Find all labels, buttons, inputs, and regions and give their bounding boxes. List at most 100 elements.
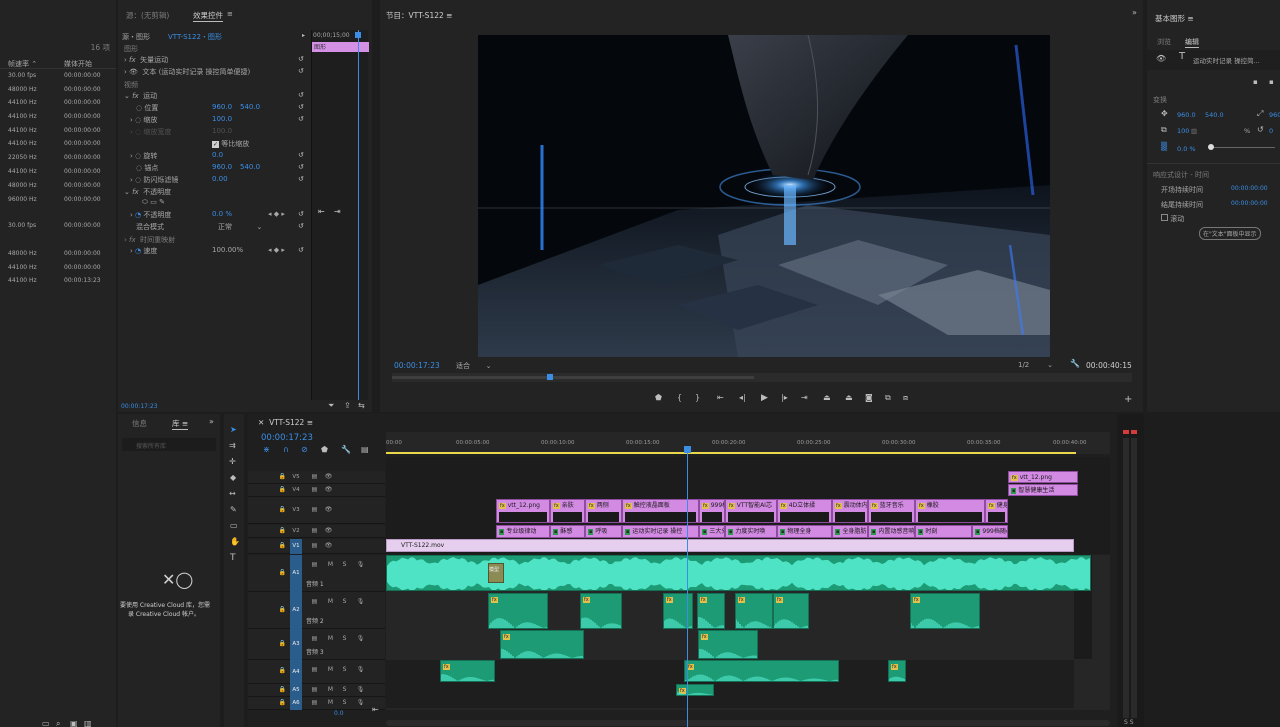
text-layer-row[interactable]: › 👁 文本 (运动实时记录 操控简单便捷) [124, 67, 250, 77]
reset-icon[interactable]: ↺ [298, 246, 304, 254]
trash-icon[interactable]: ▥ [84, 720, 92, 727]
scale-value[interactable]: 100.0 [212, 115, 232, 123]
new-layer-icon[interactable]: ▪ [1253, 78, 1258, 86]
effect-timecode[interactable]: 00:00:17:23 [121, 403, 158, 410]
mute-button[interactable]: M [326, 635, 335, 644]
captions-icon[interactable]: ▤ [361, 446, 369, 454]
timeline-clip[interactable]: ▪ 智慧健康生活 [1008, 484, 1078, 496]
timeline-clip[interactable]: ▪ 酥感 [550, 525, 585, 538]
timeline-clip[interactable]: ▪ 物理全身 [777, 525, 832, 538]
extract-icon[interactable]: ⏏ [845, 394, 853, 402]
project-row[interactable]: 44100 Hz 00:00:00:00 [0, 99, 116, 111]
mic-icon[interactable]: 🎙 [356, 635, 365, 644]
tab-library[interactable]: 库 ≡ [172, 418, 189, 430]
v1-clip[interactable]: VTT-S122.mov [386, 539, 1074, 552]
mic-icon[interactable]: 🎙 [356, 686, 365, 695]
audio-clip[interactable]: fx [910, 593, 980, 629]
opacity-slider[interactable] [1209, 147, 1275, 148]
track-target[interactable]: V4 [290, 484, 302, 497]
rectangle-tool-icon[interactable]: ▭ [230, 522, 238, 530]
graphics-layer-name[interactable]: 运动实时记录 操控简... [1193, 55, 1260, 65]
solo-button[interactable]: S [340, 561, 349, 570]
audio-clip[interactable]: fx [888, 660, 906, 682]
lock-icon[interactable]: 🔒 [278, 542, 287, 551]
eg-pos-x[interactable]: 960.0 [1177, 111, 1196, 119]
motion-row[interactable]: ⌄ fx 运动 [124, 91, 157, 101]
type-tool-icon[interactable]: T [230, 554, 236, 563]
eye-icon[interactable]: 👁 [324, 542, 333, 551]
expand-icon[interactable]: » [1132, 9, 1137, 17]
lock-icon[interactable]: 🔒 [278, 686, 287, 695]
opacity-group-row[interactable]: ⌄ fx 不透明度 [124, 187, 171, 197]
audio-clip[interactable]: fx [698, 630, 758, 659]
library-search[interactable]: 搜索所有库 [122, 438, 216, 451]
timeline-clip[interactable]: fx 亲肤 [550, 499, 585, 523]
play-icon[interactable]: ▸ [302, 32, 305, 40]
eye-icon[interactable]: 👁 [324, 486, 333, 495]
track-target[interactable]: A2 [290, 592, 302, 629]
lock-icon[interactable]: 🔒 [278, 667, 287, 676]
linked-selection-icon[interactable]: ⊘ [301, 446, 308, 454]
lock-icon[interactable]: 🔒 [278, 506, 287, 515]
opacity-value[interactable]: 0.0 % [212, 210, 232, 218]
track-target[interactable]: V5 [290, 471, 302, 484]
reset-icon[interactable]: ↺ [298, 163, 304, 171]
selection-tool-icon[interactable]: ➤ [230, 426, 237, 434]
anchor-x[interactable]: 960.0 [212, 163, 232, 171]
menu-icon[interactable]: ≡ [227, 10, 233, 18]
lock-icon[interactable]: 🔒 [278, 473, 287, 482]
sync-lock-icon[interactable]: ▤ [310, 699, 319, 708]
project-row[interactable]: 30.00 fps 00:00:00:00 [0, 72, 116, 84]
track-target[interactable]: A3 [290, 629, 302, 660]
mute-button[interactable]: M [326, 598, 335, 607]
prev-keyframe-icon[interactable]: ⇤ [318, 208, 325, 216]
playhead-line[interactable] [687, 446, 688, 727]
timeline-clip[interactable]: fx vtt_12.png [1008, 471, 1078, 483]
mute-button[interactable]: M [326, 686, 335, 695]
col-media-start[interactable]: 媒体开始 [64, 59, 92, 69]
timeline-clip[interactable]: fx 两侧 [585, 499, 622, 523]
timeline-clip[interactable]: fx 震动体内 [832, 499, 868, 523]
audio-clip[interactable]: fx [488, 593, 548, 629]
antiflicker-value[interactable]: 0.00 [212, 175, 228, 183]
timeline-clip[interactable]: ▪ 内置动感音响 [868, 525, 915, 538]
track-target[interactable]: A5 [290, 684, 302, 697]
mic-icon[interactable]: 🎙 [356, 699, 365, 708]
go-to-in-icon[interactable]: ⇤ [717, 394, 724, 402]
tab-info[interactable]: 信息 [132, 418, 147, 429]
fit-select[interactable]: 适合 ⌄ [456, 361, 491, 371]
audio-clip[interactable]: fx [773, 593, 809, 629]
reset-icon[interactable]: ↺ [298, 91, 304, 99]
tab-edit[interactable]: 编辑 [1185, 37, 1199, 48]
step-forward-icon[interactable]: |▸ [781, 394, 788, 402]
timeline-clip[interactable]: fx健身房专业级 电脉 [985, 499, 1008, 523]
project-row[interactable]: 44100 Hz 00:00:13:23 [0, 277, 116, 289]
eye-icon[interactable]: 👁 [324, 473, 333, 482]
audio-clip[interactable]: fx [663, 593, 693, 629]
sync-lock-icon[interactable]: ▤ [310, 598, 319, 607]
intro-duration-value[interactable]: 00:00:00:00 [1231, 185, 1268, 192]
timeline-settings-icon[interactable]: 🔧 [341, 446, 351, 454]
timeline-clip[interactable]: ▪ 力度实时唤 [725, 525, 777, 538]
pen-mask-icon[interactable]: ✎ [159, 198, 165, 206]
a1-label-clip[interactable]: 模型 [488, 563, 504, 583]
solo-button[interactable]: S [340, 635, 349, 644]
mini-playhead-handle[interactable] [355, 32, 361, 38]
rect-mask-icon[interactable]: ▭ [150, 198, 157, 206]
eg-scale-link-icon[interactable]: ▥ [1191, 127, 1197, 135]
timeline-timecode[interactable]: 00:00:17:23 [261, 433, 313, 443]
mini-clip[interactable]: 图形 [312, 42, 369, 52]
project-row[interactable]: 44100 Hz 00:00:00:00 [0, 113, 116, 125]
lock-icon[interactable]: 🔒 [278, 527, 287, 536]
track-nav-icon[interactable]: ⇤ [372, 706, 379, 714]
audio-clip[interactable]: fx [684, 660, 839, 682]
scrub-playhead[interactable] [547, 374, 553, 380]
position-y[interactable]: 540.0 [240, 103, 260, 111]
lock-icon[interactable]: 🔒 [278, 486, 287, 495]
solo-buttons[interactable]: S S [1124, 719, 1134, 726]
position-x[interactable]: 960.0 [212, 103, 232, 111]
timeline-clip[interactable]: ▪三大分 [699, 525, 725, 538]
layer-menu-icon[interactable]: ▪ [1269, 78, 1274, 86]
sequence-clip-label[interactable]: VTT-S122・图形 [168, 32, 222, 42]
folder-icon[interactable]: ▣ [70, 720, 78, 727]
